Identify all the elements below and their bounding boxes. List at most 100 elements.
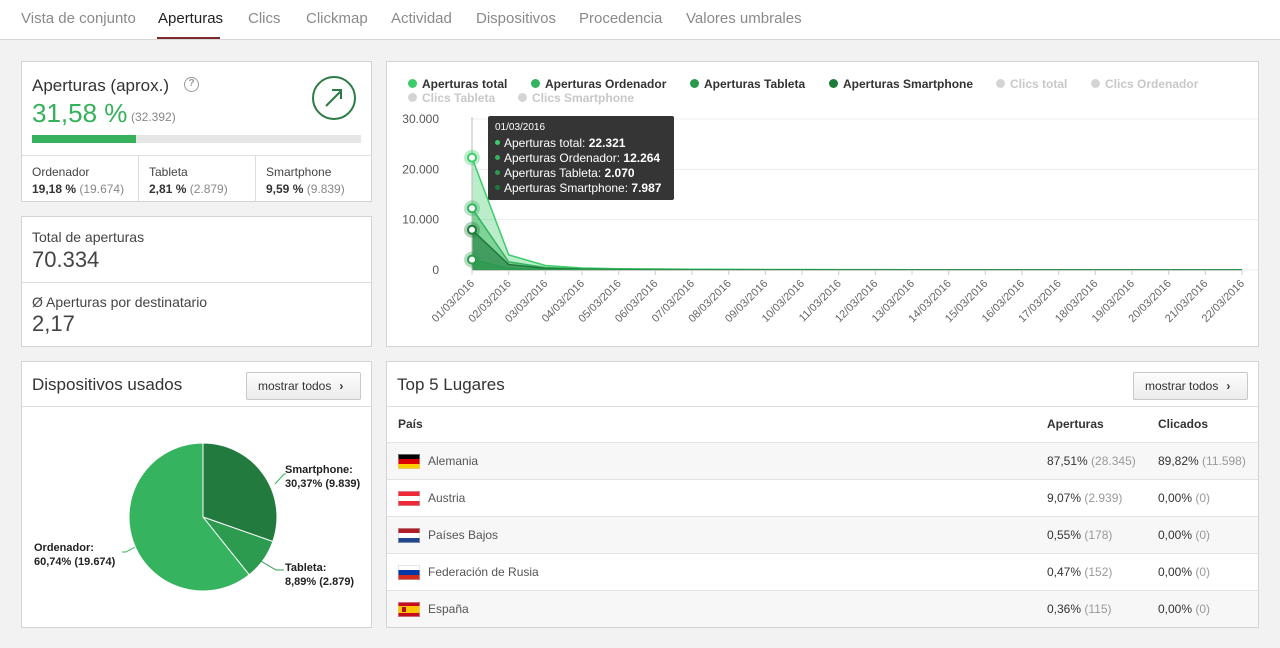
tooltip-line: Aperturas Smartphone: 7.987: [495, 181, 667, 196]
pie-label-tablet: Tableta: 8,89% (2.879): [285, 562, 355, 588]
trend-arrow-icon[interactable]: [312, 76, 356, 120]
show-all-devices-button[interactable]: mostrar todos ›: [246, 372, 361, 400]
totals-panel: Total de aperturas 70.334 Ø Aperturas po…: [21, 216, 372, 347]
opens-chart-panel: Aperturas total Aperturas Ordenador Apertu…: [386, 61, 1259, 347]
opens-cell: 0,55% (178): [1047, 528, 1113, 542]
country-name: Austria: [428, 491, 466, 505]
y-tick-label: 10.000: [402, 213, 439, 227]
help-icon[interactable]: ?: [184, 77, 199, 92]
devices-pie-chart: [122, 442, 286, 592]
data-point[interactable]: [467, 224, 477, 235]
table-row[interactable]: Alemania 87,51% (28.345) 89,82% (11.598): [387, 442, 1258, 479]
column-header-opens: Aperturas: [1047, 417, 1104, 431]
country-name: Federación de Rusia: [428, 565, 539, 579]
clicks-cell: 0,00% (0): [1158, 602, 1211, 616]
column-header-clicks: Clicados: [1158, 417, 1209, 431]
series-area: [472, 229, 1242, 270]
device-smartphone: Smartphone 9,59 % (9.839): [255, 156, 371, 202]
tab-origin[interactable]: Procedencia: [579, 10, 662, 27]
pie-label-smartphone: Smartphone: 30,37% (9.839): [285, 464, 361, 490]
country-name: Países Bajos: [428, 528, 499, 542]
flag-es-icon: [398, 602, 420, 617]
total-opens-label: Total de aperturas: [32, 229, 145, 245]
device-tablet: Tableta 2,81 % (2.879): [138, 156, 255, 202]
y-tick-label: 0: [432, 263, 439, 277]
opens-cell: 0,47% (152): [1047, 565, 1113, 579]
tab-devices[interactable]: Dispositivos: [476, 10, 556, 27]
opens-rate: 31,58 %: [32, 98, 128, 128]
table-row[interactable]: Países Bajos 0,55% (178) 0,00% (0): [387, 516, 1258, 553]
tooltip-bullet: [495, 155, 500, 160]
data-point[interactable]: [467, 254, 477, 265]
tooltip-line: Aperturas total: 22.321: [495, 136, 667, 151]
tooltip-bullet: [495, 140, 500, 145]
chevron-right-icon: ›: [1226, 379, 1231, 393]
opens-count: (32.392): [131, 110, 176, 124]
tab-clicks[interactable]: Clics: [248, 10, 281, 27]
flag-ru-icon: [398, 565, 420, 580]
tooltip-date: 01/03/2016: [495, 122, 546, 133]
show-all-places-button[interactable]: mostrar todos ›: [1133, 372, 1248, 400]
device-breakdown: Ordenador 19,18 % (19.674) Tableta 2,81 …: [22, 155, 371, 202]
opens-progress-fill: [32, 135, 136, 143]
tooltip-bullet: [495, 185, 500, 190]
tooltip-bullet: [495, 170, 500, 175]
country-name: España: [428, 602, 469, 616]
table-row[interactable]: España 0,36% (115) 0,00% (0): [387, 590, 1258, 627]
top-places-title: Top 5 Lugares: [397, 375, 505, 394]
chart-tooltip: 01/03/2016 Aperturas total: 22.321 Apertu…: [488, 116, 674, 200]
flag-nl-icon: [398, 528, 420, 543]
clicks-cell: 0,00% (0): [1158, 565, 1211, 579]
avg-opens-value: 2,17: [32, 311, 75, 336]
pie-label-desktop: Ordenador: 60,74% (19.674): [34, 542, 116, 568]
tooltip-line: Aperturas Ordenador: 12.264: [495, 151, 667, 166]
total-opens-value: 70.334: [32, 247, 100, 272]
top-places-panel: Top 5 Lugares mostrar todos › País Apertu…: [386, 361, 1259, 628]
clicks-cell: 89,82% (11.598): [1158, 454, 1246, 468]
data-point[interactable]: [467, 203, 477, 214]
opens-cell: 87,51% (28.345): [1047, 454, 1136, 468]
opens-progress-bar: [32, 135, 361, 143]
country-name: Alemania: [428, 454, 479, 468]
tab-activity[interactable]: Actividad: [391, 10, 452, 27]
opens-area-chart: 30.00020.00010.000001/03/201602/03/20160…: [402, 112, 1258, 325]
divider: [22, 282, 371, 283]
active-tab-indicator: [157, 37, 220, 39]
chevron-right-icon: ›: [339, 379, 344, 393]
clicks-cell: 0,00% (0): [1158, 491, 1211, 505]
device-name: Smartphone: [266, 165, 332, 179]
device-value: 2,81 % (2.879): [149, 182, 228, 196]
flag-at-icon: [398, 491, 420, 506]
device-value: 9,59 % (9.839): [266, 182, 345, 196]
opens-summary-panel: Aperturas (aprox.) ? 31,58 % (32.392) Or…: [21, 61, 372, 202]
tooltip-line: Aperturas Tableta: 2.070: [495, 166, 667, 181]
flag-de-icon: [398, 454, 420, 469]
devices-used-title: Dispositivos usados: [32, 375, 183, 394]
y-tick-label: 30.000: [402, 112, 439, 126]
device-value: 19,18 % (19.674): [32, 182, 125, 196]
column-header-country: País: [398, 417, 423, 431]
tab-overview[interactable]: Vista de conjunto: [21, 10, 136, 27]
tab-clickmap[interactable]: Clickmap: [306, 10, 368, 27]
divider: [387, 406, 1258, 407]
series-line: [471, 229, 1242, 271]
opens-title: Aperturas (aprox.): [32, 76, 169, 95]
device-name: Tableta: [149, 165, 188, 179]
series-line: [471, 207, 1242, 271]
opens-cell: 0,36% (115): [1047, 602, 1112, 616]
opens-cell: 9,07% (2.939): [1047, 491, 1123, 505]
device-name: Ordenador: [32, 165, 90, 179]
pie-connector: [122, 546, 136, 553]
data-point[interactable]: [467, 152, 477, 163]
avg-opens-label: Ø Aperturas por destinatario: [32, 294, 208, 310]
devices-used-panel: Dispositivos usados mostrar todos › Smart…: [21, 361, 372, 628]
device-desktop: Ordenador 19,18 % (19.674): [22, 156, 138, 202]
series-area: [472, 208, 1242, 270]
tab-thresholds[interactable]: Valores umbrales: [686, 10, 802, 27]
tab-opens[interactable]: Aperturas: [158, 10, 223, 27]
y-tick-label: 20.000: [402, 162, 439, 176]
clicks-cell: 0,00% (0): [1158, 528, 1211, 542]
tab-bar: Vista de conjunto Aperturas Clics Clickm…: [0, 0, 1280, 40]
table-row[interactable]: Federación de Rusia 0,47% (152) 0,00% (0): [387, 553, 1258, 590]
table-row[interactable]: Austria 9,07% (2.939) 0,00% (0): [387, 479, 1258, 516]
